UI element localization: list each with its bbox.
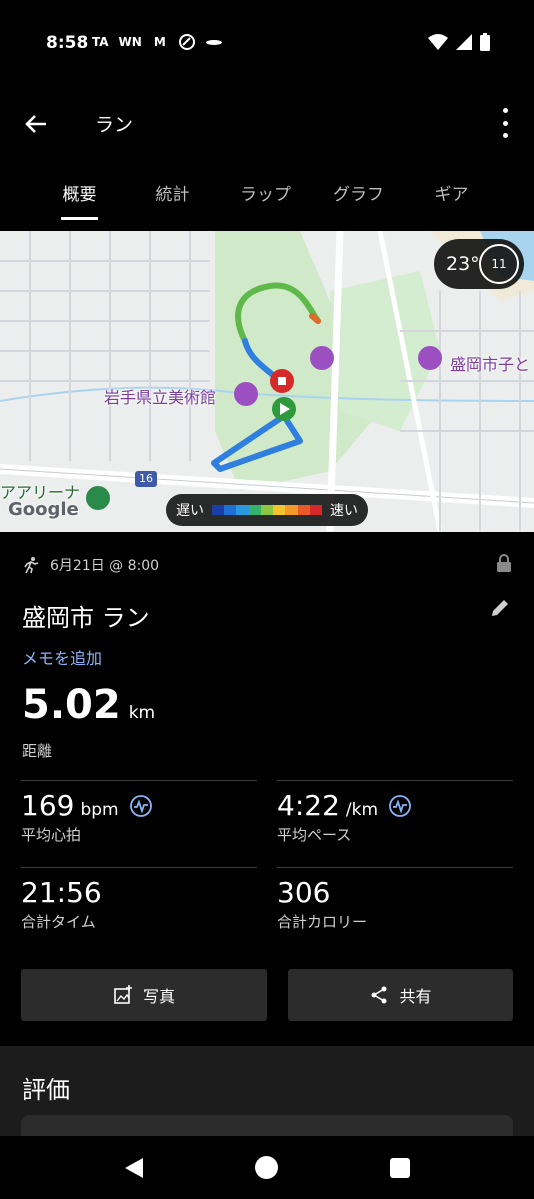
activity-summary: 6月21日 @ 8:00 盛岡市 ラン メモを追加 5.02 km 距離 169… bbox=[0, 532, 534, 1046]
system-nav-bar bbox=[0, 1136, 534, 1199]
weather-badge: 23° 11 bbox=[434, 239, 524, 289]
speed-segment bbox=[273, 505, 286, 515]
speed-segment bbox=[260, 505, 274, 515]
more-options-icon[interactable] bbox=[496, 108, 514, 138]
sync-app-icon bbox=[178, 34, 195, 50]
status-time: 8:58 bbox=[46, 33, 89, 53]
tab-graph[interactable]: グラフ bbox=[312, 158, 405, 228]
speed-segment bbox=[236, 505, 249, 515]
date-row: 6月21日 @ 8:00 bbox=[22, 555, 159, 575]
total-time-label: 合計タイム bbox=[21, 913, 96, 931]
share-button-label: 共有 bbox=[399, 987, 432, 1006]
activity-title: 盛岡市 ラン bbox=[22, 604, 150, 632]
photo-button-label: 写真 bbox=[142, 987, 175, 1006]
speed-segment bbox=[309, 505, 322, 515]
pace-info-icon[interactable] bbox=[388, 794, 412, 818]
wifi-icon bbox=[428, 34, 448, 50]
speed-segment bbox=[285, 505, 298, 515]
heart-rate-unit: bpm bbox=[80, 800, 119, 820]
wn-icon: WN bbox=[118, 35, 142, 49]
speed-slow-label: 遅い bbox=[176, 503, 204, 519]
signal-icon bbox=[456, 34, 472, 50]
total-time-value: 21:56 bbox=[21, 876, 102, 909]
distance-unit: km bbox=[128, 703, 156, 723]
stat-pace: 4:22 /km 平均ペース bbox=[277, 780, 513, 845]
pace-value: 4:22 bbox=[277, 789, 340, 822]
distance-number: 5.02 bbox=[22, 682, 121, 728]
map-label-museum: 岩手県立美術館 bbox=[104, 388, 217, 407]
add-memo-link[interactable]: メモを追加 bbox=[22, 645, 102, 669]
notification-icons: TA WN M bbox=[92, 33, 222, 51]
weather-temperature: 23° bbox=[446, 253, 480, 275]
rating-title: 評価 bbox=[22, 1076, 70, 1104]
stat-total-time: 21:56 合計タイム bbox=[21, 867, 257, 932]
battery-icon bbox=[480, 33, 490, 51]
speed-segment bbox=[248, 505, 261, 515]
speed-gradient-bar bbox=[212, 505, 322, 515]
rating-section: 評価 bbox=[0, 1046, 534, 1145]
heart-rate-info-icon[interactable] bbox=[129, 794, 153, 818]
heart-rate-label: 平均心拍 bbox=[21, 826, 82, 844]
nav-back-icon[interactable] bbox=[123, 1156, 145, 1180]
add-photo-icon bbox=[114, 985, 132, 1004]
stat-heart-rate: 169 bpm 平均心拍 bbox=[21, 780, 257, 845]
nav-home-icon[interactable] bbox=[255, 1156, 278, 1179]
running-icon bbox=[24, 557, 39, 574]
pace-unit: /km bbox=[345, 800, 379, 820]
app-bar: ラン bbox=[0, 88, 534, 158]
ta-icon: TA bbox=[92, 35, 109, 49]
google-logo: Google bbox=[8, 499, 79, 520]
tab-overview[interactable]: 概要 bbox=[33, 158, 126, 228]
speed-fast-label: 速い bbox=[330, 503, 358, 519]
tab-laps[interactable]: ラップ bbox=[219, 158, 312, 228]
lock-icon[interactable] bbox=[496, 554, 512, 572]
speed-legend: 遅い 速い bbox=[166, 494, 368, 526]
share-icon bbox=[371, 986, 387, 1004]
tab-bar: 概要 統計 ラップ グラフ ギア bbox=[0, 158, 534, 228]
distance-value: 5.02 km bbox=[22, 682, 155, 728]
distance-label: 距離 bbox=[22, 742, 53, 760]
speed-segment bbox=[224, 505, 237, 515]
tab-gear[interactable]: ギア bbox=[405, 158, 498, 228]
nav-recents-icon[interactable] bbox=[390, 1158, 410, 1178]
map-label-city: 盛岡市子と bbox=[450, 355, 531, 374]
gmail-icon: M bbox=[153, 35, 166, 49]
pencil-icon[interactable] bbox=[488, 596, 512, 620]
photo-button[interactable]: 写真 bbox=[21, 969, 267, 1021]
share-button[interactable]: 共有 bbox=[288, 969, 513, 1021]
back-arrow-icon[interactable] bbox=[22, 110, 50, 138]
heart-rate-value: 169 bbox=[21, 789, 75, 822]
speed-segment bbox=[297, 505, 310, 515]
calories-label: 合計カロリー bbox=[277, 913, 368, 931]
stat-calories: 306 合計カロリー bbox=[277, 867, 513, 932]
pace-label: 平均ペース bbox=[277, 826, 352, 844]
speed-segment bbox=[212, 505, 225, 515]
route-number-badge: 16 bbox=[135, 471, 157, 487]
activity-date: 6月21日 @ 8:00 bbox=[50, 558, 160, 574]
tab-stats[interactable]: 統計 bbox=[126, 158, 219, 228]
more-notifications-dot bbox=[205, 39, 222, 45]
status-bar: 8:58 TA WN M bbox=[0, 0, 534, 88]
page-title: ラン bbox=[95, 114, 134, 136]
calories-value: 306 bbox=[277, 876, 331, 909]
wind-dial-icon: 11 bbox=[479, 244, 519, 284]
route-map[interactable]: 23° 11 岩手県立美術館 盛岡市子と アアリーナ 16 Google 遅い … bbox=[0, 231, 534, 532]
